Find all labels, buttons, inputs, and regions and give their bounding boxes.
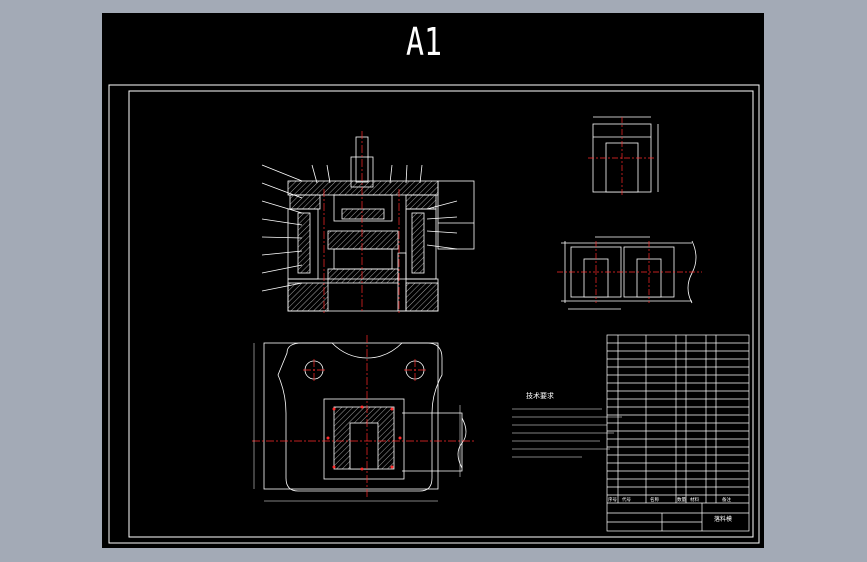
tech-requirements-heading: 技术要求 [526,391,554,400]
header-cell-code: 代号 [622,496,631,503]
parts-list-header: 序号 代号 名称 数量 材料 备注 [608,496,731,503]
outer-frame [108,84,760,544]
inner-frame [128,90,754,538]
strip-centerlines [557,241,702,303]
drawing-sheet: A1 技术要求 序号 代号 名称 数量 材料 备注 落料模 [102,13,764,548]
part-centerlines [588,117,656,197]
header-cell-index: 序号 [608,496,617,503]
header-cell-remark: 备注 [722,496,731,503]
header-cell-material: 材料 [690,496,699,503]
drawing-name: 落料模 [714,515,732,523]
cad-drawing: A1 技术要求 序号 代号 名称 数量 材料 备注 落料模 [108,20,760,544]
header-cell-name: 名称 [650,496,659,503]
strip-layout-view [561,236,697,310]
part-view [592,116,659,193]
assembly-centerlines [323,131,400,313]
header-cell-qty: 数量 [677,496,686,503]
tech-requirements-lines [512,408,622,458]
sheet-size-label: A1 [406,20,442,64]
assembly-section-view [261,136,475,312]
plan-view [263,342,467,492]
